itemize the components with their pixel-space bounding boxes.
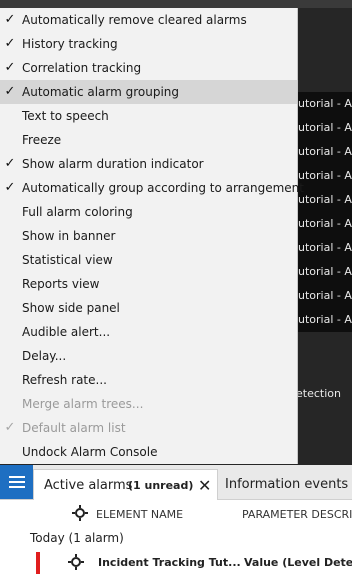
background-alarm-rows: utorial - Ar utorial - Ar utorial - Ar u… <box>296 92 352 332</box>
checkmark-icon: ✓ <box>4 36 16 51</box>
unread-badge: (1 unread) <box>128 479 194 492</box>
menu-item-label: Show side panel <box>22 301 120 315</box>
menu-item-label: Automatically remove cleared alarms <box>22 13 247 27</box>
background-row: utorial - Ar <box>298 217 352 230</box>
menu-item-label: Audible alert... <box>22 325 111 339</box>
tab-label: Active alarms <box>44 478 133 493</box>
alarm-parameter-description: Value (Level Detect <box>244 556 352 569</box>
menu-item-merge-alarm-trees: Merge alarm trees... <box>0 392 297 416</box>
element-type-icon <box>72 505 88 521</box>
menu-item-label: Automatic alarm grouping <box>22 85 180 99</box>
hamburger-menu-button[interactable] <box>0 465 33 499</box>
menu-item-show-in-banner[interactable]: Show in banner <box>0 224 297 248</box>
background-row: utorial - Ar <box>298 289 352 302</box>
column-header-element-name[interactable]: ELEMENT NAME <box>96 508 183 521</box>
alarm-element-name: Incident Tracking Tut... <box>98 556 241 569</box>
menu-item-label: Text to speech <box>22 109 109 123</box>
menu-item-auto-group-arrangement[interactable]: ✓ Automatically group according to arrang… <box>0 176 304 200</box>
background-header <box>0 0 352 8</box>
menu-item-show-side-panel[interactable]: Show side panel <box>0 296 297 320</box>
menu-item-full-alarm-coloring[interactable]: Full alarm coloring <box>0 200 297 224</box>
background-row: utorial - Ar <box>298 313 352 326</box>
checkmark-icon: ✓ <box>4 84 16 99</box>
background-row: utorial - Ar <box>298 145 352 158</box>
menu-item-default-alarm-list: ✓ Default alarm list <box>0 416 297 440</box>
context-menu: ✓ Automatically remove cleared alarms ✓ Hi… <box>0 8 304 464</box>
menu-item-label: Show alarm duration indicator <box>22 157 204 171</box>
menu-item-undock-alarm-console[interactable]: Undock Alarm Console <box>0 440 297 464</box>
menu-item-reports-view[interactable]: Reports view <box>0 272 297 296</box>
column-header-parameter-description[interactable]: PARAMETER DESCRIP <box>242 508 352 521</box>
background-row: utorial - Ar <box>298 193 352 206</box>
menu-item-delay[interactable]: Delay... <box>0 344 297 368</box>
menu-item-label: Delay... <box>22 349 67 363</box>
hamburger-icon <box>8 476 25 488</box>
tab-information-events[interactable]: Information events <box>225 477 348 492</box>
background-row: utorial - Ar <box>298 121 352 134</box>
menu-item-text-to-speech[interactable]: Text to speech <box>0 104 297 128</box>
alarm-group-row[interactable]: Today (1 alarm) <box>0 527 352 549</box>
menu-item-correlation-tracking[interactable]: ✓ Correlation tracking <box>0 56 297 80</box>
menu-item-label: Merge alarm trees... <box>22 397 144 411</box>
menu-item-label: Reports view <box>22 277 100 291</box>
menu-item-label: Default alarm list <box>22 421 126 435</box>
background-row: utorial - Ar <box>298 169 352 182</box>
menu-item-label: Statistical view <box>22 253 113 267</box>
background-row: utorial - Ar <box>298 265 352 278</box>
checkmark-icon: ✓ <box>4 156 16 171</box>
menu-item-automatic-alarm-grouping[interactable]: ✓ Automatic alarm grouping <box>0 80 297 104</box>
checkmark-icon: ✓ <box>4 180 16 195</box>
checkmark-icon: ✓ <box>4 12 16 27</box>
column-header-row: ELEMENT NAME PARAMETER DESCRIP <box>0 501 352 527</box>
table-row[interactable]: Incident Tracking Tut... Value (Level De… <box>0 549 352 577</box>
menu-item-label: Full alarm coloring <box>22 205 133 219</box>
menu-item-label: Freeze <box>22 133 62 147</box>
element-type-icon <box>68 554 84 570</box>
background-detection-text: etection <box>296 387 341 400</box>
menu-item-show-alarm-duration[interactable]: ✓ Show alarm duration indicator <box>0 152 297 176</box>
menu-item-label: Refresh rate... <box>22 373 107 387</box>
group-label: Today (1 alarm) <box>30 531 124 545</box>
menu-item-refresh-rate[interactable]: Refresh rate... <box>0 368 297 392</box>
alarm-console: Active alarms (1 unread) ✕ Information e… <box>0 465 352 579</box>
menu-item-audible-alert[interactable]: Audible alert... <box>0 320 297 344</box>
menu-item-history-tracking[interactable]: ✓ History tracking <box>0 32 297 56</box>
tab-bar: Active alarms (1 unread) ✕ Information e… <box>0 465 352 500</box>
menu-item-auto-remove-cleared[interactable]: ✓ Automatically remove cleared alarms <box>0 8 297 32</box>
checkmark-icon: ✓ <box>4 420 16 435</box>
menu-item-label: History tracking <box>22 37 118 51</box>
menu-item-label: Show in banner <box>22 229 116 243</box>
menu-item-freeze[interactable]: Freeze <box>0 128 297 152</box>
menu-item-label: Undock Alarm Console <box>22 445 158 459</box>
close-icon[interactable]: ✕ <box>198 476 211 495</box>
menu-item-label: Automatically group according to arrange… <box>22 181 304 195</box>
checkmark-icon: ✓ <box>4 60 16 75</box>
menu-item-statistical-view[interactable]: Statistical view <box>0 248 297 272</box>
severity-indicator <box>36 552 40 574</box>
background-row: utorial - Ar <box>298 241 352 254</box>
menu-item-label: Correlation tracking <box>22 61 142 75</box>
tab-active-alarms[interactable]: Active alarms (1 unread) ✕ <box>33 469 218 500</box>
background-row: utorial - Ar <box>298 97 352 110</box>
